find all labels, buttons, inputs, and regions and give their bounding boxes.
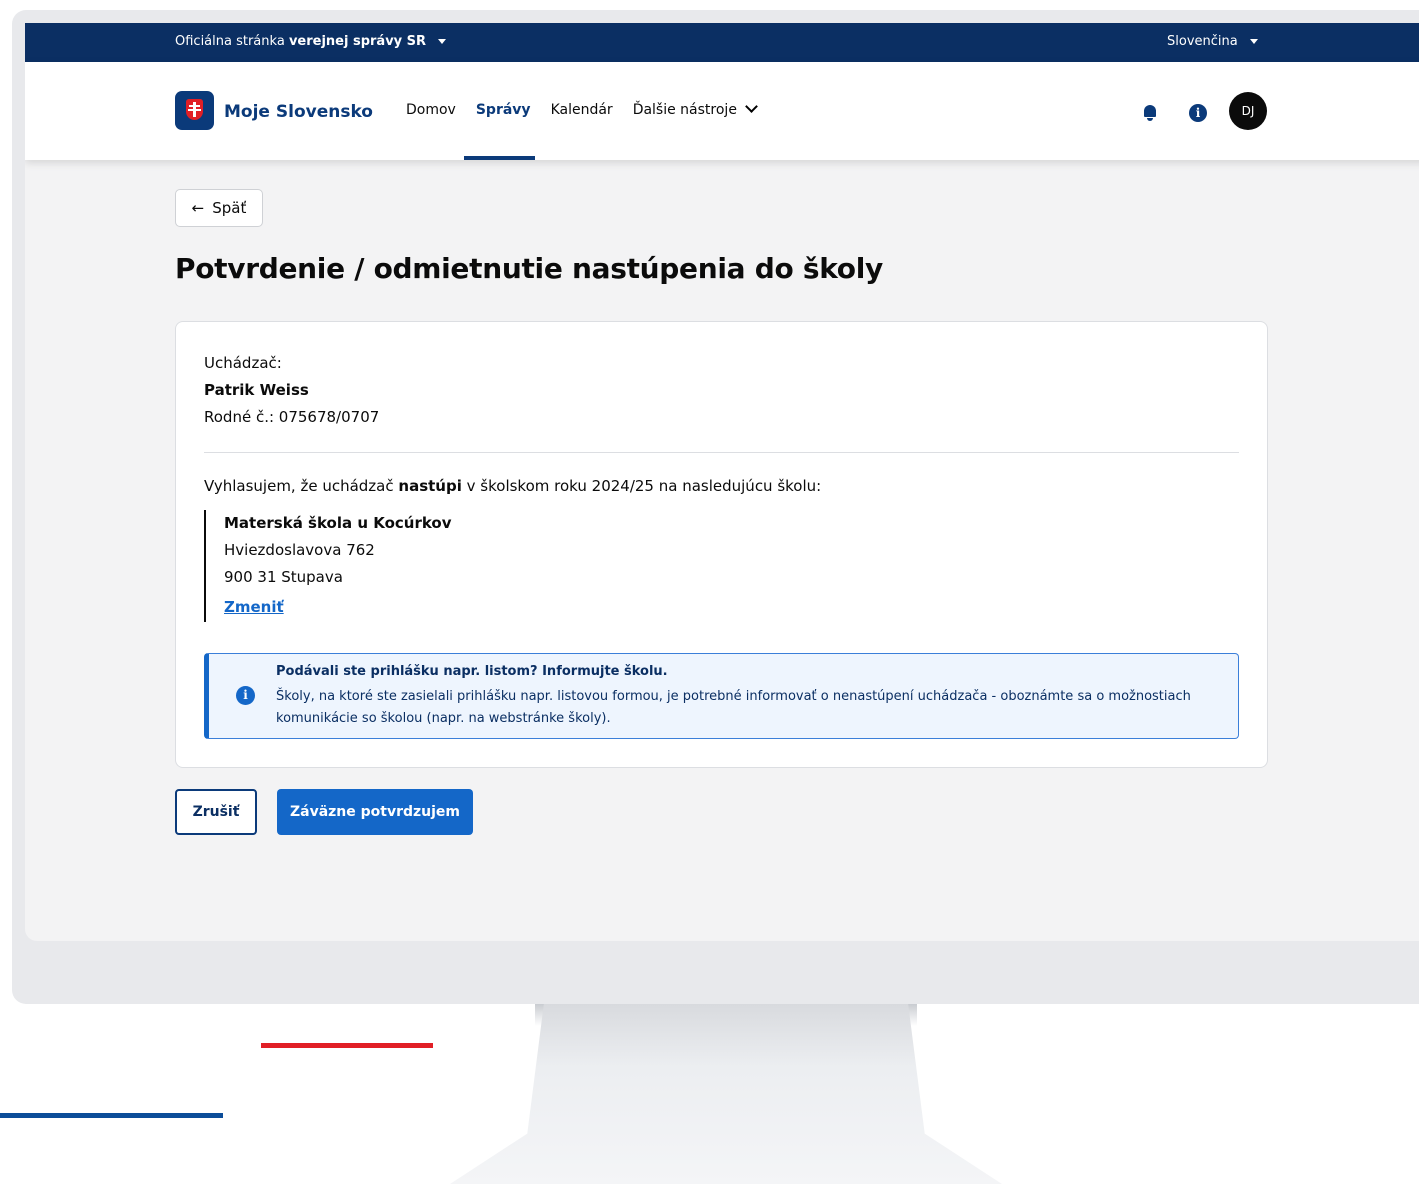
applicant-label: Uchádzač: [204, 354, 282, 372]
school-street: Hviezdoslavova 762 [224, 541, 375, 559]
decorative-blue-line [0, 1113, 223, 1118]
divider [204, 452, 1239, 453]
chevron-down-icon [745, 100, 758, 113]
declaration-after: v školskom roku 2024/25 na nasledujúcu š… [466, 477, 822, 495]
change-school-link[interactable]: Zmeniť [224, 598, 284, 616]
declaration-text: Vyhlasujem, že uchádzač nastúpi v školsk… [204, 473, 821, 500]
school-details: Materská škola u Kocúrkov Hviezdoslavova… [204, 510, 452, 622]
applicant-info: Uchádzač: Patrik Weiss Rodné č.: 075678/… [204, 350, 379, 431]
slovak-emblem-logo-icon[interactable] [175, 91, 214, 130]
applicant-birth-number: Rodné č.: 075678/0707 [204, 408, 380, 426]
alert-title: Podávali ste prihlášku napr. listom? Inf… [276, 664, 668, 679]
decorative-red-line [261, 1043, 433, 1048]
info-icon[interactable]: i [1189, 104, 1207, 122]
alert-text: Školy, na ktoré ste zasielali prihlášku … [276, 689, 1191, 726]
notification-bell-icon[interactable] [1143, 105, 1157, 121]
site-header: Moje Slovensko Domov Správy Kalendár Ďal… [25, 62, 1419, 160]
back-button[interactable]: ← Späť [175, 189, 263, 227]
declaration-before: Vyhlasujem, že uchádzač [204, 477, 394, 495]
applicant-name: Patrik Weiss [204, 381, 309, 399]
declaration-bold: nastúpi [398, 477, 462, 495]
shield-icon [186, 99, 203, 120]
caret-down-icon [1249, 39, 1258, 44]
official-site-toggle[interactable]: Oficiálna stránka verejnej správy SR [175, 34, 447, 49]
official-site-bold: verejnej správy SR [288, 34, 427, 49]
nav-item-dalsie-nastroje[interactable]: Ďalšie nástroje [632, 100, 758, 118]
language-label: Slovenčina [1167, 34, 1238, 49]
caret-down-icon [438, 39, 447, 44]
confirmation-card: Uchádzač: Patrik Weiss Rodné č.: 075678/… [175, 321, 1268, 768]
info-alert: i Podávali ste prihlášku napr. listom? I… [204, 653, 1239, 739]
cancel-button[interactable]: Zrušiť [175, 789, 257, 835]
brand-name[interactable]: Moje Slovensko [224, 102, 373, 122]
nav-item-spravy[interactable]: Správy [476, 102, 531, 118]
info-icon: i [236, 686, 255, 705]
school-name: Materská škola u Kocúrkov [224, 514, 452, 532]
main-nav: Domov Správy Kalendár Ďalšie nástroje [406, 100, 758, 118]
nav-item-kalendar[interactable]: Kalendár [551, 102, 613, 118]
back-label: Späť [212, 199, 247, 217]
nav-item-label: Ďalšie nástroje [632, 102, 737, 118]
screen: Oficiálna stránka verejnej správy SR Slo… [25, 23, 1419, 941]
page-title: Potvrdenie / odmietnutie nastúpenia do š… [175, 252, 883, 285]
monitor-stand [450, 1004, 1002, 1184]
language-selector[interactable]: Slovenčina [1167, 34, 1258, 49]
nav-item-domov[interactable]: Domov [406, 102, 456, 118]
official-site-prefix: Oficiálna stránka [175, 34, 285, 49]
official-gov-bar: Oficiálna stránka verejnej správy SR Slo… [25, 23, 1419, 62]
active-nav-indicator [464, 156, 535, 160]
avatar[interactable]: DJ [1229, 92, 1267, 130]
confirm-button[interactable]: Záväzne potvrdzujem [277, 789, 473, 835]
arrow-left-icon: ← [191, 199, 205, 217]
school-city: 900 31 Stupava [224, 568, 343, 586]
